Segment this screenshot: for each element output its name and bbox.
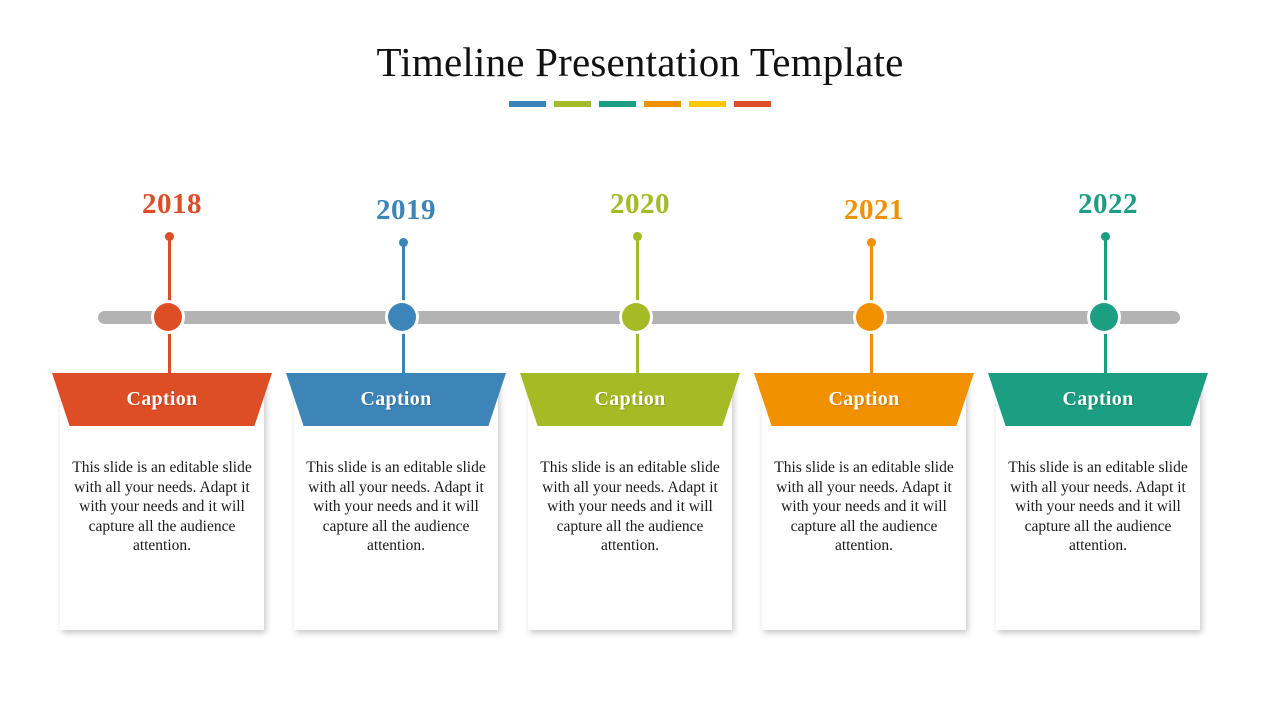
- card-body-text-2021: This slide is an editable slide with all…: [774, 459, 954, 554]
- stem-knob-icon-2018: [165, 232, 174, 241]
- timeline-marker-2018[interactable]: [154, 303, 182, 331]
- year-label-2020: 2020: [610, 188, 670, 220]
- stem-knob-icon-2020: [633, 232, 642, 241]
- caption-banner-2021[interactable]: Caption: [754, 373, 974, 426]
- card-body-text-2020: This slide is an editable slide with all…: [540, 459, 720, 554]
- timeline-marker-2019[interactable]: [388, 303, 416, 331]
- caption-banner-2020[interactable]: Caption: [520, 373, 740, 426]
- timeline-item-2022[interactable]: This slide is an editable slide with all…: [988, 0, 1228, 720]
- caption-label-2022: Caption: [1062, 388, 1134, 410]
- year-label-2021: 2021: [844, 194, 904, 226]
- timeline-item-2018[interactable]: This slide is an editable slide with all…: [52, 0, 292, 720]
- timeline-marker-2020[interactable]: [622, 303, 650, 331]
- year-label-2022: 2022: [1078, 188, 1138, 220]
- caption-banner-2022[interactable]: Caption: [988, 373, 1208, 426]
- caption-label-2020: Caption: [594, 388, 666, 410]
- caption-label-2021: Caption: [828, 388, 900, 410]
- timeline-item-2019[interactable]: This slide is an editable slide with all…: [286, 0, 526, 720]
- card-body-text-2018: This slide is an editable slide with all…: [72, 459, 252, 554]
- stem-knob-icon-2021: [867, 238, 876, 247]
- timeline-item-2020[interactable]: This slide is an editable slide with all…: [520, 0, 760, 720]
- year-label-2018: 2018: [142, 188, 202, 220]
- timeline-item-2021[interactable]: This slide is an editable slide with all…: [754, 0, 994, 720]
- caption-banner-2018[interactable]: Caption: [52, 373, 272, 426]
- stem-knob-icon-2022: [1101, 232, 1110, 241]
- caption-label-2018: Caption: [126, 388, 198, 410]
- caption-banner-2019[interactable]: Caption: [286, 373, 506, 426]
- timeline-marker-2021[interactable]: [856, 303, 884, 331]
- card-body-text-2022: This slide is an editable slide with all…: [1008, 459, 1188, 554]
- caption-label-2019: Caption: [360, 388, 432, 410]
- stem-knob-icon-2019: [399, 238, 408, 247]
- year-label-2019: 2019: [376, 194, 436, 226]
- timeline-marker-2022[interactable]: [1090, 303, 1118, 331]
- card-body-text-2019: This slide is an editable slide with all…: [306, 459, 486, 554]
